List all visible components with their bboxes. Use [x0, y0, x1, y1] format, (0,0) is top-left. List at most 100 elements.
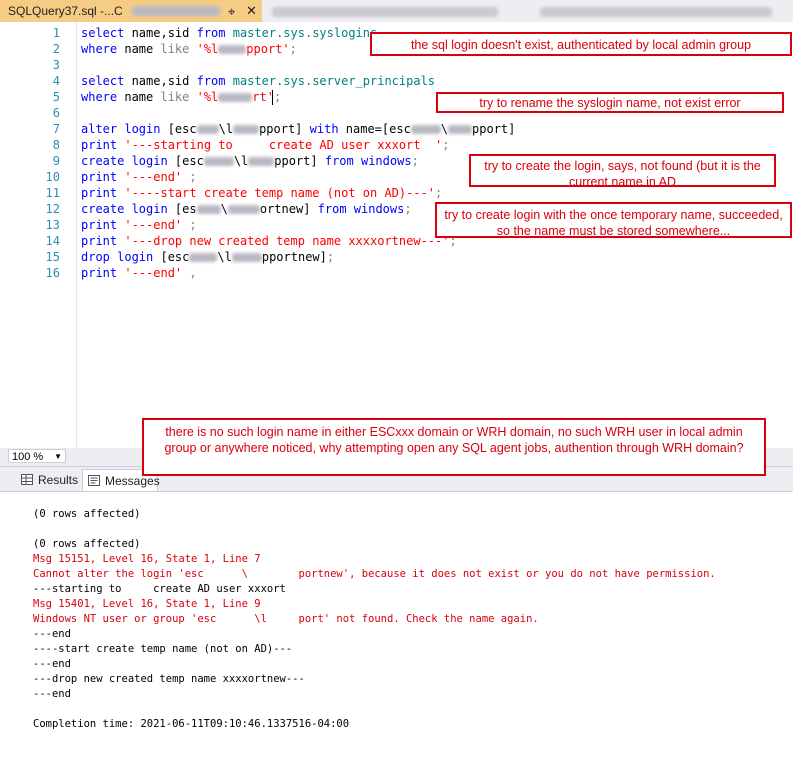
- code-text: alter login [esc \l pport] with name=[esc \…: [81, 121, 515, 137]
- redacted-text: [448, 125, 473, 134]
- code-token: [esc: [174, 154, 204, 168]
- code-token: select: [81, 74, 132, 88]
- code-token: master.sys.server_principals: [232, 74, 436, 88]
- code-token: pport]: [259, 122, 310, 136]
- code-token: pport': [246, 42, 290, 56]
- error-message-line: Windows NT user or group 'esc \l port' n…: [33, 613, 539, 625]
- message-line: ----start create temp name (not on AD)--…: [33, 643, 293, 655]
- code-token: from windows: [317, 202, 405, 216]
- line-number: 15: [45, 250, 60, 264]
- query-editor[interactable]: 1 select name,sid from master.sys.syslogi…: [0, 22, 793, 449]
- code-token: '---starting to create AD user xxxort ': [124, 138, 443, 152]
- redacted-text: [233, 125, 260, 134]
- line-number: 7: [52, 122, 60, 136]
- code-line[interactable]: 15 drop login [esc \l pportnew];: [0, 249, 793, 265]
- code-token: ;: [289, 42, 297, 56]
- code-token: '---end': [124, 170, 183, 184]
- code-line[interactable]: 16 print '---end' ,: [0, 265, 793, 281]
- code-token: like: [160, 90, 197, 104]
- tab-results[interactable]: Results: [16, 469, 78, 491]
- tab-inactive-2[interactable]: [540, 0, 780, 22]
- code-token: '---drop new created temp name xxxxortne…: [124, 234, 450, 248]
- code-token: like: [160, 42, 197, 56]
- code-line[interactable]: 8 print '---starting to create AD user xx…: [0, 137, 793, 153]
- annotation-3: try to create the login, says, not found…: [469, 154, 776, 189]
- line-number: 10: [45, 170, 60, 184]
- code-token: \: [220, 202, 228, 216]
- line-number: 5: [52, 90, 60, 104]
- code-token: create login: [81, 154, 175, 168]
- code-token: from: [196, 26, 233, 40]
- code-token: pport]: [472, 122, 516, 136]
- code-token: print: [81, 266, 125, 280]
- redacted-text: [218, 45, 247, 54]
- line-number: 14: [45, 234, 60, 248]
- code-text: print '---starting to create AD user xxx…: [81, 137, 449, 153]
- code-text: select name,sid from master.sys.server_p…: [81, 73, 435, 89]
- close-icon[interactable]: ✕: [246, 0, 257, 22]
- code-token: [es: [174, 202, 197, 216]
- code-text: print '---drop new created temp name xxx…: [81, 233, 457, 249]
- code-token: ,: [182, 266, 197, 280]
- code-token: name,sid: [131, 74, 197, 88]
- error-message-line: Msg 15401, Level 16, State 1, Line 9: [33, 598, 261, 610]
- line-number: 6: [52, 106, 60, 120]
- code-token: print: [81, 170, 125, 184]
- zoom-value: 100 %: [12, 451, 44, 463]
- message-line: ---starting to create AD user xxxort: [33, 583, 286, 595]
- redacted-text: [272, 6, 498, 17]
- code-token: create login: [81, 202, 175, 216]
- message-line: ---end: [33, 628, 71, 640]
- chevron-down-icon[interactable]: ▼: [54, 450, 62, 464]
- code-token: where: [81, 42, 125, 56]
- tab-results-label: Results: [38, 473, 79, 487]
- code-token: where: [81, 90, 125, 104]
- code-line[interactable]: 7 alter login [esc \l pport] with name=[esc…: [0, 121, 793, 137]
- code-text: where name like '%l rt';: [81, 89, 281, 105]
- message-line: (0 rows affected): [33, 538, 141, 550]
- code-token: ;: [442, 138, 450, 152]
- code-token: name=[esc: [345, 122, 411, 136]
- code-token: master.sys.syslogins: [232, 26, 378, 40]
- messages-pane[interactable]: (0 rows affected) (0 rows affected) Msg 15…: [0, 491, 793, 770]
- zoom-select[interactable]: 100 % ▼: [8, 449, 66, 463]
- pin-icon[interactable]: ⌖: [228, 1, 235, 23]
- tab-sqlquery37[interactable]: SQLQuery37.sql -...C ⌖ ✕: [0, 0, 262, 22]
- code-text: print '---end' ;: [81, 169, 197, 185]
- redacted-text: [196, 205, 221, 214]
- line-number: 13: [45, 218, 60, 232]
- line-number: 2: [52, 42, 60, 56]
- code-line[interactable]: 3: [0, 57, 793, 73]
- code-line[interactable]: 4 select name,sid from master.sys.server_…: [0, 73, 793, 89]
- code-token: '----start create temp name (not on AD)-…: [124, 186, 436, 200]
- line-number: 12: [45, 202, 60, 216]
- error-message-line: Msg 15151, Level 16, State 1, Line 7: [33, 553, 261, 565]
- code-token: ;: [435, 186, 443, 200]
- code-text: print '---end' ;: [81, 217, 197, 233]
- line-number: 16: [45, 266, 60, 280]
- code-token: ;: [182, 170, 197, 184]
- code-text: print '----start create temp name (not o…: [81, 185, 442, 201]
- annotation-4: try to create login with the once tempor…: [435, 202, 792, 238]
- code-token: alter login: [81, 122, 168, 136]
- code-token: '%l: [196, 90, 219, 104]
- redacted-text: [218, 93, 253, 102]
- tab-inactive-1[interactable]: [272, 0, 512, 22]
- code-token: ;: [273, 90, 282, 104]
- error-message-line: Cannot alter the login 'esc \ portnew', …: [33, 568, 716, 580]
- code-token: '---end': [124, 218, 183, 232]
- code-token: \: [440, 122, 449, 136]
- code-token: print: [81, 218, 125, 232]
- annotation-5: there is no such login name in either ES…: [142, 418, 766, 476]
- code-text: print '---end' ,: [81, 265, 197, 281]
- code-token: ;: [411, 154, 419, 168]
- code-token: pport]: [274, 154, 325, 168]
- redacted-text: [227, 205, 260, 214]
- code-token: ;: [326, 250, 335, 264]
- redacted-text: [540, 6, 772, 17]
- code-token: print: [81, 186, 125, 200]
- code-text: create login [es \ ortnew] from windows;: [81, 201, 412, 217]
- code-text: select name,sid from master.sys.syslogin…: [81, 25, 377, 41]
- code-token: ortnew]: [259, 202, 318, 216]
- line-number: 11: [45, 186, 60, 200]
